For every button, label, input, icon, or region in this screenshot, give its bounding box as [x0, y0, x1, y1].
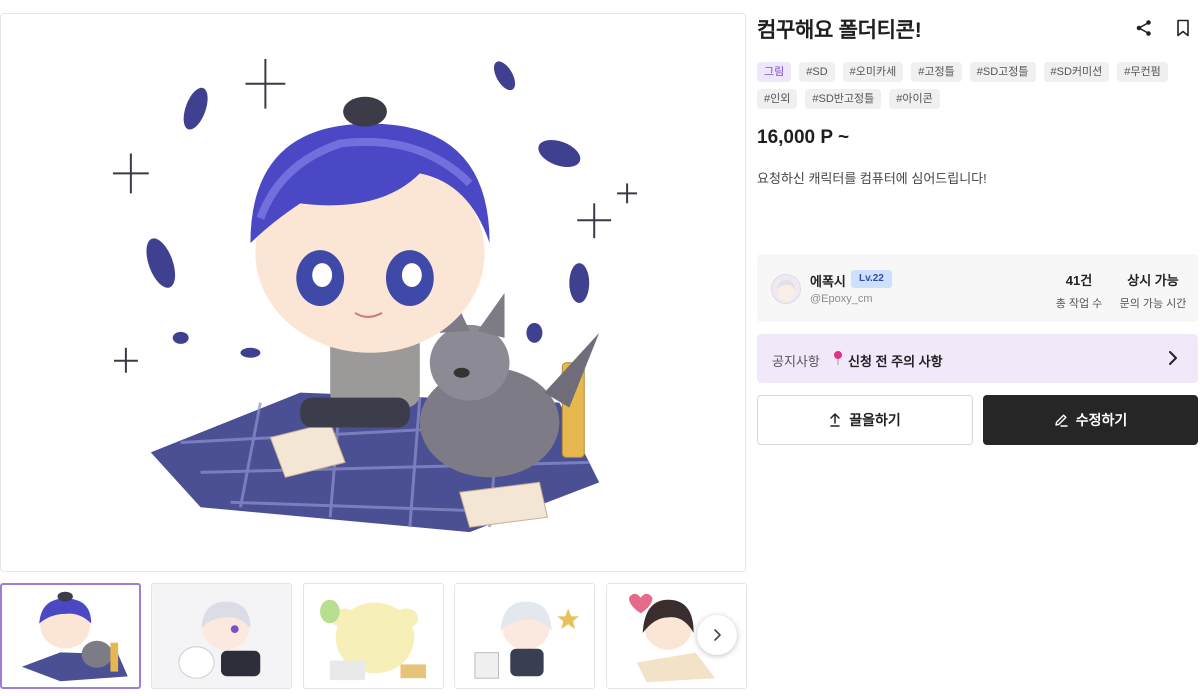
share-button[interactable]	[1134, 18, 1154, 38]
upload-arrow-icon	[830, 413, 840, 427]
chevron-right-icon	[1169, 351, 1177, 365]
pull-up-button[interactable]: 끌올하기	[757, 395, 973, 445]
thumbnail-3[interactable]	[303, 583, 444, 689]
tag-item[interactable]: #SD커미션	[1043, 62, 1110, 82]
stat-total-works: 41건 총 작업 수	[1049, 270, 1109, 311]
tag-item[interactable]: #고정틀	[911, 62, 962, 82]
tag-item[interactable]: #SD반고정틀	[805, 89, 882, 109]
stat-inquiry-time: 상시 가능 문의 가능 시간	[1113, 270, 1193, 311]
notice-banner[interactable]: 공지사항 신청 전 주의 사항	[757, 334, 1198, 383]
edit-button[interactable]: 수정하기	[983, 395, 1198, 445]
seller-card[interactable]: 에폭시 Lv.22 @Epoxy_cm 41건 총 작업 수 상시 가능 문의 …	[757, 254, 1198, 322]
main-product-image[interactable]	[0, 13, 746, 572]
tag-item[interactable]: #SD	[799, 62, 835, 82]
share-icon	[1136, 20, 1151, 36]
stat-inquiry-time-label: 문의 가능 시간	[1119, 298, 1187, 310]
thumbnail-1[interactable]	[0, 583, 141, 689]
thumbnail-3-image	[320, 599, 426, 681]
thumbnail-next-button[interactable]	[697, 615, 737, 655]
tag-item[interactable]: #인외	[757, 89, 798, 109]
bookmark-button[interactable]	[1173, 18, 1193, 38]
tag-row-1: 그림 #SD #오미카세 #고정틀 #SD고정틀 #SD커미션 #무컨펌	[757, 62, 1197, 82]
thumbnail-4-image	[474, 601, 579, 679]
tag-list: 그림 #SD #오미카세 #고정틀 #SD고정틀 #SD커미션 #무컨펌 #인외…	[757, 62, 1197, 116]
chibi-illustration	[112, 58, 638, 533]
seller-handle: @Epoxy_cm	[810, 293, 873, 305]
level-badge: Lv.22	[851, 270, 892, 288]
avatar-image	[777, 280, 795, 301]
pin-icon	[834, 351, 842, 365]
seller-name[interactable]: 에폭시	[810, 271, 846, 290]
tag-item[interactable]: #SD고정틀	[969, 62, 1036, 82]
stat-inquiry-time-value: 상시 가능	[1127, 273, 1179, 288]
notice-label: 공지사항	[772, 354, 820, 369]
notice-text: 신청 전 주의 사항	[848, 354, 943, 369]
tag-item[interactable]: #오미카세	[842, 62, 904, 82]
thumbnail-4[interactable]	[454, 583, 595, 689]
chevron-right-icon	[714, 629, 721, 641]
stat-total-works-value: 41건	[1065, 273, 1093, 288]
tag-item[interactable]: #아이콘	[889, 89, 940, 109]
product-description: 요청하신 캐릭터를 컴퓨터에 심어드립니다!	[757, 171, 987, 186]
tag-row-2: #인외 #SD반고정틀 #아이콘	[757, 89, 1197, 109]
edit-button-label: 수정하기	[1075, 412, 1128, 428]
pull-up-button-label: 끌올하기	[849, 412, 901, 428]
avatar[interactable]	[771, 274, 801, 304]
thumbnail-2-image	[152, 584, 291, 688]
product-price: 16,000 P ~	[757, 127, 850, 148]
tag-item[interactable]: #무컨펌	[1117, 62, 1168, 82]
tag-item[interactable]: 그림	[757, 62, 792, 82]
thumbnail-strip	[0, 583, 748, 689]
bookmark-icon	[1177, 19, 1189, 37]
product-title: 컴꾸해요 폴더티콘!	[757, 19, 922, 42]
stat-total-works-label: 총 작업 수	[1055, 298, 1103, 310]
pencil-icon	[1055, 414, 1068, 427]
thumbnail-1-image	[21, 591, 128, 682]
thumbnail-2[interactable]	[151, 583, 292, 689]
